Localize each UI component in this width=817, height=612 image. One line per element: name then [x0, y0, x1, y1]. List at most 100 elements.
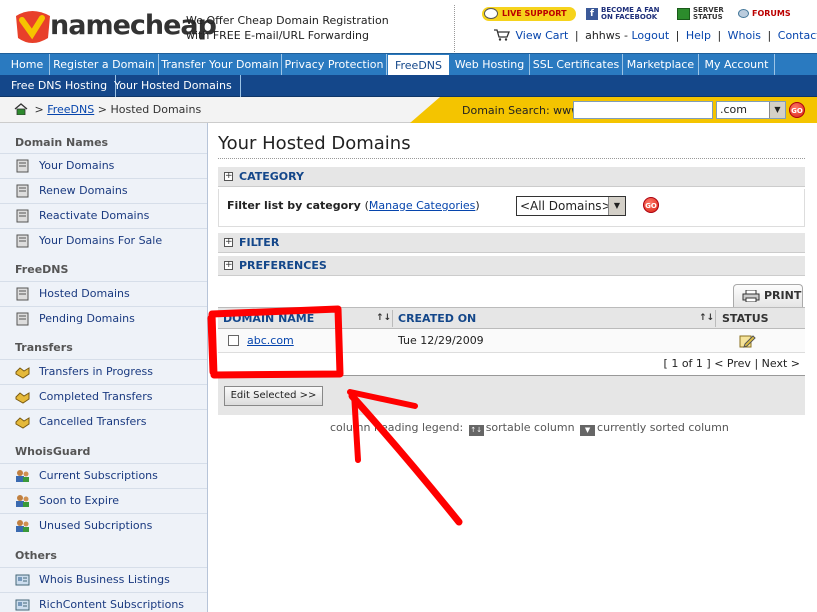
expand-icon[interactable]: + [224, 238, 233, 247]
sidebar-item-completed-transfers[interactable]: Completed Transfers [0, 384, 207, 409]
nav-marketplace[interactable]: Marketplace [623, 54, 699, 76]
sort-arrows-icon[interactable]: ↑↓ [699, 308, 714, 329]
category-select[interactable]: <All Domains> ▼ [516, 196, 626, 216]
nav-freedns[interactable]: FreeDNS [387, 54, 450, 77]
category-go-button[interactable]: GO [643, 197, 659, 213]
sidebar-item-label: Renew Domains [39, 184, 128, 197]
col-domain-name[interactable]: DOMAIN NAME [223, 308, 314, 329]
subnav-your-hosted-domains[interactable]: Your Hosted Domains [106, 75, 241, 97]
logo-mark-icon [16, 11, 50, 43]
sidebar-item-label: Hosted Domains [39, 287, 130, 300]
domain-link[interactable]: abc.com [247, 329, 294, 353]
filter-section-toggle[interactable]: + FILTER [218, 233, 805, 253]
separator: | [767, 29, 772, 42]
nav-home[interactable]: Home [5, 54, 50, 76]
whois-link[interactable]: Whois [728, 29, 761, 42]
sidebar-item-label: Reactivate Domains [39, 209, 150, 222]
page-icon [16, 184, 29, 198]
nav-register-domain[interactable]: Register a Domain [50, 54, 159, 76]
forums-badge[interactable]: FORUMS [738, 7, 800, 23]
sidebar-item-richcontent-subscriptions[interactable]: RichContent Subscriptions [0, 592, 207, 612]
sidebar-item-current-subscriptions[interactable]: Current Subscriptions [0, 463, 207, 488]
users-icon [16, 495, 29, 507]
subnav-free-dns-hosting[interactable]: Free DNS Hosting [3, 75, 117, 97]
sidebar-item-unused-subscriptions[interactable]: Unused Subcriptions [0, 513, 207, 538]
page-icon [16, 234, 29, 248]
prev-page-link[interactable]: < Prev [714, 357, 751, 370]
view-cart-link[interactable]: View Cart [516, 29, 569, 42]
tld-select[interactable]: .com ▼ [716, 101, 786, 119]
sidebar-item-your-domains[interactable]: Your Domains [0, 153, 207, 178]
sidebar-item-cancelled-transfers[interactable]: Cancelled Transfers [0, 409, 207, 434]
sub-nav: Free DNS Hosting Your Hosted Domains [0, 75, 817, 97]
domain-search-input[interactable] [573, 101, 713, 119]
sidebar-item-transfers-in-progress[interactable]: Transfers in Progress [0, 359, 207, 384]
sidebar-item-domains-for-sale[interactable]: Your Domains For Sale [0, 228, 207, 253]
print-button[interactable]: PRINT [733, 284, 803, 307]
sidebar-item-label: Pending Domains [39, 312, 135, 325]
sidebar-item-whois-business-listings[interactable]: Whois Business Listings [0, 567, 207, 592]
tld-selected: .com [720, 103, 747, 116]
sidebar-section-domain-names: Domain Names [15, 136, 109, 149]
server-status-badge[interactable]: SERVER STATUS [677, 7, 739, 23]
category-section-toggle[interactable]: + CATEGORY [218, 167, 805, 187]
breadcrumb-freedns-link[interactable]: FreeDNS [47, 103, 94, 116]
contact-us-link[interactable]: Contact Us [778, 29, 817, 42]
expand-icon[interactable]: + [224, 172, 233, 181]
sidebar-item-reactivate-domains[interactable]: Reactivate Domains [0, 203, 207, 228]
expand-icon[interactable]: + [224, 261, 233, 270]
tagline: We Offer Cheap Domain Registration with … [186, 13, 389, 43]
breadcrumb-current: Hosted Domains [110, 103, 202, 116]
live-support-label: LIVE SUPPORT [502, 9, 567, 18]
chevron-down-icon[interactable]: ▼ [769, 102, 785, 118]
server-icon [677, 8, 690, 20]
domain-search-go-button[interactable]: GO [789, 102, 805, 118]
paren-close: ) [475, 199, 480, 212]
page-icon [16, 287, 29, 301]
column-heading-legend: column heading legend: ↑↓ sortable column… [330, 421, 729, 436]
separator: - [624, 29, 628, 42]
help-link[interactable]: Help [686, 29, 711, 42]
forums-label: FORUMS [752, 9, 791, 18]
forums-bubble-icon [738, 9, 749, 18]
category-filter-label: Filter list by category (Manage Categori… [227, 199, 480, 212]
preferences-section-toggle[interactable]: + PREFERENCES [218, 256, 805, 276]
sidebar-item-label: Your Domains For Sale [39, 234, 163, 247]
edit-selected-button[interactable]: Edit Selected >> [224, 386, 323, 406]
header-divider [454, 5, 455, 52]
sidebar-item-soon-to-expire[interactable]: Soon to Expire [0, 488, 207, 513]
table-row: abc.com Tue 12/29/2009 [218, 329, 805, 353]
chevron-down-icon[interactable]: ▼ [608, 197, 625, 215]
manage-categories-link[interactable]: Manage Categories [369, 199, 475, 212]
nav-web-hosting[interactable]: Web Hosting [450, 54, 530, 76]
col-created-on[interactable]: CREATED ON [398, 308, 476, 329]
page-icon [16, 312, 29, 326]
sortable-legend-icon: ↑↓ [468, 425, 484, 436]
breadcrumb: > FreeDNS > Hosted Domains [14, 103, 201, 116]
namecheap-logo[interactable]: namecheap [12, 6, 217, 50]
next-page-link[interactable]: Next > [762, 357, 800, 370]
sidebar-item-label: Transfers in Progress [39, 365, 153, 378]
page-icon [16, 209, 29, 223]
page-title: Your Hosted Domains [218, 133, 411, 154]
sidebar-item-hosted-domains[interactable]: Hosted Domains [0, 281, 207, 306]
logout-link[interactable]: Logout [631, 29, 669, 42]
edit-status-icon[interactable] [738, 333, 756, 349]
separator: | [754, 357, 759, 370]
page-position: [ 1 of 1 ] [663, 357, 711, 370]
sort-arrows-icon[interactable]: ↑↓ [376, 308, 391, 329]
row-checkbox[interactable] [228, 335, 239, 346]
nav-privacy-protection[interactable]: Privacy Protection [282, 54, 387, 76]
live-support-badge[interactable]: LIVE SUPPORT [482, 7, 576, 21]
facebook-fan-badge[interactable]: f BECOME A FAN ON FACEBOOK [586, 7, 676, 23]
table-header: DOMAIN NAME ↑↓ CREATED ON ↑↓ STATUS [218, 307, 805, 329]
sidebar-item-pending-domains[interactable]: Pending Domains [0, 306, 207, 331]
sidebar-item-renew-domains[interactable]: Renew Domains [0, 178, 207, 203]
listing-icon [15, 574, 30, 586]
column-separator [392, 310, 393, 327]
nav-transfer-domain[interactable]: Transfer Your Domain [159, 54, 282, 76]
home-icon[interactable] [14, 103, 28, 115]
users-icon [16, 520, 29, 532]
nav-ssl-certificates[interactable]: SSL Certificates [530, 54, 623, 76]
nav-my-account[interactable]: My Account [699, 54, 775, 76]
